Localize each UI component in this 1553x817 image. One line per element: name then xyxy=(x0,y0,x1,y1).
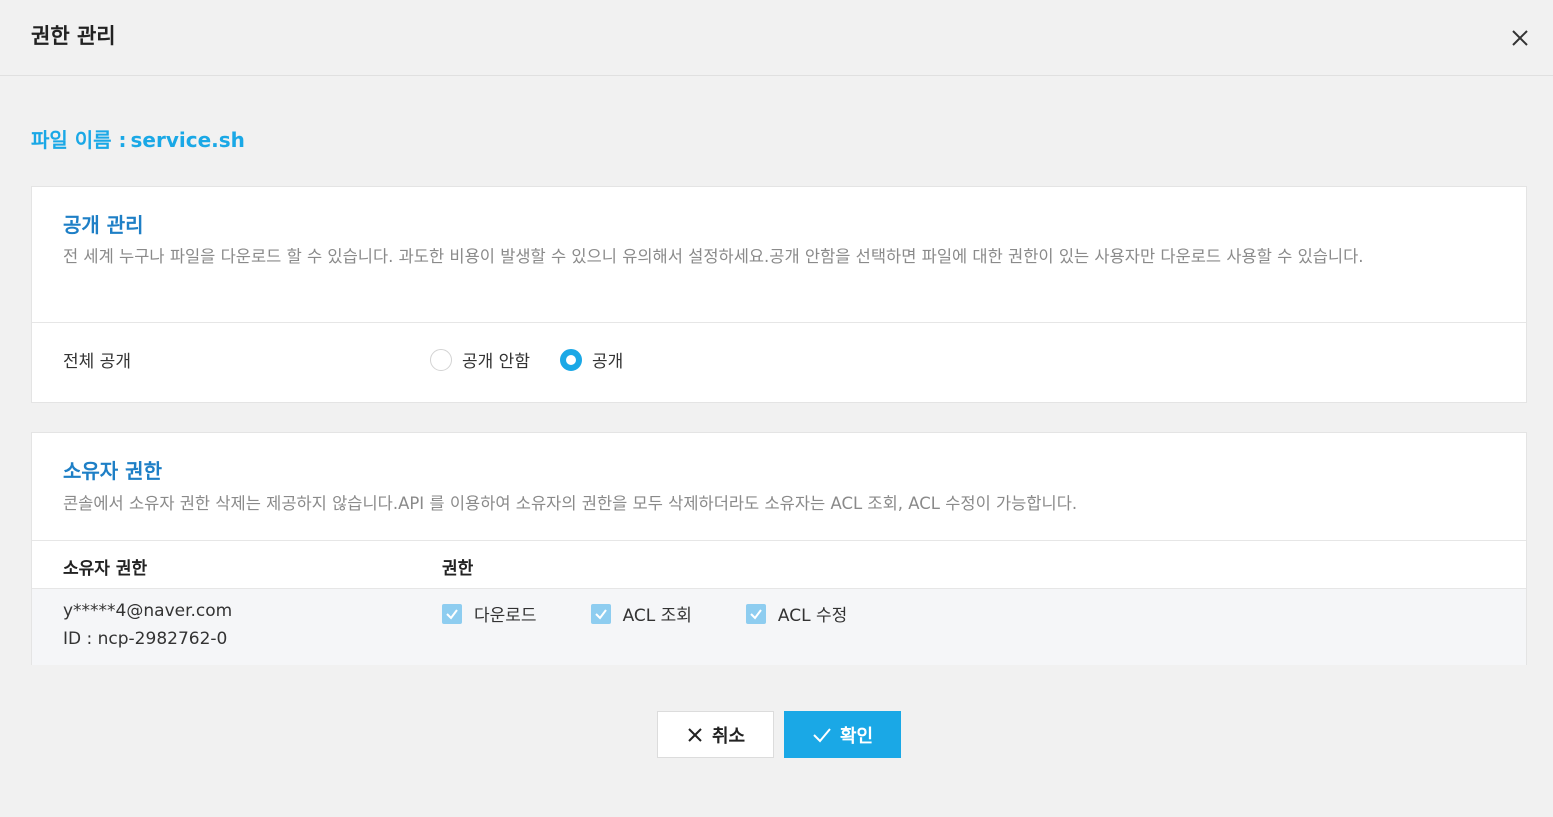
radio-label: 공개 안함 xyxy=(462,352,530,372)
checkbox-checked-icon[interactable] xyxy=(442,603,462,624)
table-row: y*****4@naver.com ID : ncp-2982762-0 다운로… xyxy=(32,589,1526,665)
permission-label: ACL 조회 xyxy=(622,606,692,626)
cancel-button-label: 취소 xyxy=(711,725,746,747)
owner-permission-card: 소유자 권한 콘솔에서 소유자 권한 삭제는 제공하지 않습니다.API 를 이… xyxy=(31,432,1527,665)
permission-acl-write[interactable]: ACL 수정 xyxy=(745,601,848,626)
radio-not-public[interactable]: 공개 안함 xyxy=(430,347,530,372)
permission-acl-read[interactable]: ACL 조회 xyxy=(590,601,692,626)
checkbox-checked-icon[interactable] xyxy=(745,603,766,624)
public-management-card: 공개 관리 전 세계 누구나 파일을 다운로드 할 수 있습니다. 과도한 비용… xyxy=(31,186,1527,403)
public-section-description: 전 세계 누구나 파일을 다운로드 할 수 있습니다. 과도한 비용이 발생할 … xyxy=(63,247,1364,266)
radio-public[interactable]: 공개 xyxy=(559,347,624,372)
check-icon xyxy=(813,727,831,742)
permission-label: 다운로드 xyxy=(474,606,537,626)
public-section-title: 공개 관리 xyxy=(63,213,144,237)
confirm-button[interactable]: 확인 xyxy=(784,711,901,758)
owner-id: ID : ncp-2982762-0 xyxy=(63,629,228,649)
dialog-header: 권한 관리 xyxy=(0,0,1553,76)
divider xyxy=(32,322,1526,323)
permission-label: ACL 수정 xyxy=(777,606,848,626)
owner-section-title: 소유자 권한 xyxy=(63,459,162,483)
public-radio-group: 공개 안함 공개 xyxy=(430,347,653,372)
permission-table-header: 소유자 권한 권한 xyxy=(32,541,1526,589)
radio-circle[interactable] xyxy=(430,348,452,371)
owner-section-description: 콘솔에서 소유자 권한 삭제는 제공하지 않습니다.API 를 이용하여 소유자… xyxy=(63,494,1078,513)
cancel-button[interactable]: 취소 xyxy=(657,711,774,758)
close-icon[interactable] xyxy=(1506,24,1534,52)
file-name-heading: 파일 이름 : service.sh xyxy=(31,124,245,153)
column-header-owner: 소유자 권한 xyxy=(63,559,148,579)
radio-circle-checked[interactable] xyxy=(559,348,582,371)
dialog-title: 권한 관리 xyxy=(31,24,116,48)
close-icon xyxy=(688,727,702,742)
file-name-value: service.sh xyxy=(130,128,245,152)
permission-download[interactable]: 다운로드 xyxy=(442,601,537,626)
public-row-label: 전체 공개 xyxy=(63,352,131,372)
column-header-permission: 권한 xyxy=(442,559,474,579)
checkbox-checked-icon[interactable] xyxy=(590,603,611,624)
permission-checkbox-group: 다운로드 ACL 조회 ACL 수정 xyxy=(442,601,901,626)
owner-email: y*****4@naver.com xyxy=(63,601,233,621)
file-name-label: 파일 이름 : xyxy=(31,128,127,152)
confirm-button-label: 확인 xyxy=(839,725,874,747)
radio-label: 공개 xyxy=(591,352,624,372)
